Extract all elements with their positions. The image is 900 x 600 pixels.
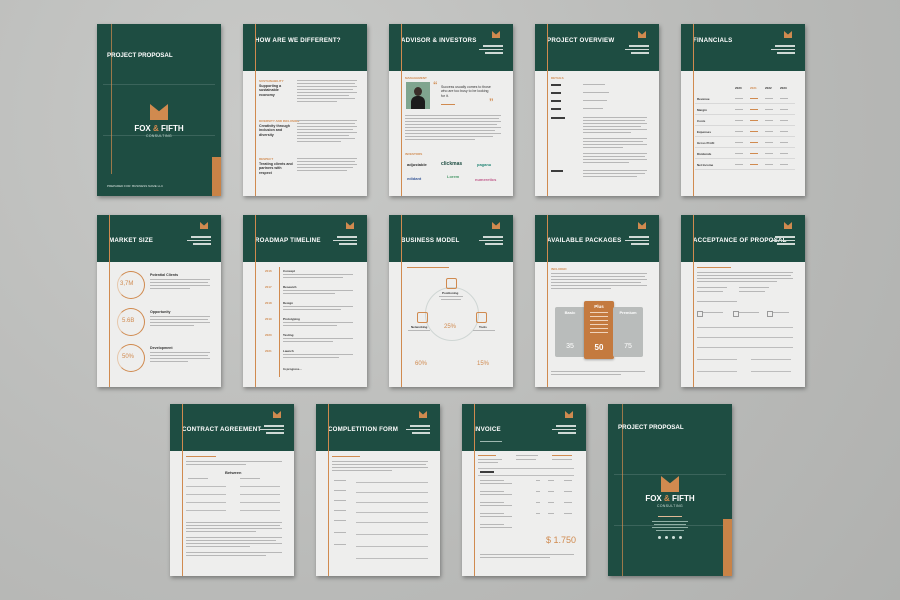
package-name: Basic — [564, 310, 576, 315]
investor-logo-adjustable: adjustable — [407, 162, 427, 167]
roadmap-step: Research — [283, 285, 297, 289]
roadmap-year: 2020 — [265, 333, 272, 337]
investor-logo-lorem: Lorem — [447, 174, 460, 179]
financials-col-2023: 2023 — [780, 86, 787, 90]
cover-accent-strip — [723, 519, 732, 576]
roadmap-year: 2018 — [265, 301, 272, 305]
page-title: PROJECT PROPOSAL — [618, 424, 684, 431]
networking-icon — [417, 312, 428, 323]
package-price: 75 — [624, 343, 632, 350]
package-name: Premium — [619, 310, 637, 315]
document-page-invoice[interactable]: INVOICE $ 1.750 — [462, 404, 586, 576]
brand-subtitle: CONSULTING — [146, 134, 172, 138]
roadmap-step: Prototyping — [283, 317, 300, 321]
brand-name: FOX & FIFTH — [134, 124, 184, 133]
package-basic[interactable]: Basic 35 — [555, 307, 585, 357]
financials-row-label: Dividends — [697, 152, 712, 156]
document-page-how-different[interactable]: HOW ARE WE DIFFERENT? SUSTAINABILITY Sup… — [243, 24, 367, 196]
roadmap-year: 2017 — [265, 285, 272, 289]
model-percent: 15% — [477, 361, 490, 367]
roadmap-step: Launch — [283, 349, 294, 353]
model-node-label: Positioning — [442, 291, 459, 295]
model-node-label: Tools — [479, 325, 487, 329]
cover-accent-strip — [212, 157, 221, 196]
contract-between-label: Between — [225, 470, 242, 475]
investor-logo-numeretics: numeretics — [475, 177, 497, 182]
package-premium[interactable]: Premium 75 — [613, 307, 643, 357]
market-stat-value: 50% — [122, 354, 135, 360]
roadmap-year: 2016 — [265, 269, 272, 273]
document-page-back-cover[interactable]: PROJECT PROPOSAL FOX & FIFTH CONSULTING — [608, 404, 732, 576]
difference-item-2: Creativity through inclusion and diversi… — [259, 124, 290, 137]
document-page-financials[interactable]: FINANCIALS 2020 2021 2022 2023 Revenue M… — [681, 24, 805, 196]
page-title: PROJECT OVERVIEW — [547, 37, 615, 44]
market-stat-value: 5.6B — [122, 318, 135, 324]
package-name: Plus — [594, 304, 604, 309]
financials-row-label: Margin — [697, 108, 707, 112]
package-price: 50 — [594, 343, 604, 352]
difference-item-3: Treating clients and partners with respe… — [259, 162, 293, 175]
model-node-label: Networking — [411, 325, 428, 329]
page-title: MARKET SIZE — [109, 237, 154, 244]
advisor-photo — [406, 82, 430, 109]
financials-col-2020: 2020 — [735, 86, 742, 90]
package-price: 35 — [566, 343, 574, 350]
page-title: ROADMAP TIMELINE — [255, 237, 321, 244]
page-title: FINANCIALS — [693, 37, 733, 44]
roadmap-year: 2019 — [265, 317, 272, 321]
financials-col-2022: 2022 — [765, 86, 772, 90]
package-plus[interactable]: Plus 50 — [584, 301, 614, 359]
financials-row-label: Net Income — [697, 163, 714, 167]
market-stat-label: Development — [150, 346, 173, 350]
social-icons — [658, 536, 682, 539]
roadmap-step: Design — [283, 301, 294, 305]
financials-row-label: Revenue — [697, 97, 710, 101]
investor-logo-edidant: edidant — [407, 176, 422, 181]
financials-row-label: Gross Profit — [697, 141, 715, 145]
document-page-advisors[interactable]: ADVISOR & INVESTORS MANAGEMENT “ ” Succe… — [389, 24, 513, 196]
market-stat-label: Potential Clients — [150, 273, 179, 277]
page-title: ADVISOR & INVESTORS — [401, 37, 477, 44]
page-title: CONTRACT AGREEMENT — [182, 426, 262, 433]
financials-col-2021: 2021 — [750, 86, 757, 90]
page-title: INVOICE — [474, 426, 501, 433]
document-page-market-size[interactable]: MARKET SIZE 3,7M Potential Clients 5.6B … — [97, 215, 221, 387]
roadmap-step: Concept — [283, 269, 295, 273]
document-page-contract[interactable]: CONTRACT AGREEMENT Between — [170, 404, 294, 576]
advisor-quote: Success usually comes to those who are t… — [441, 85, 491, 98]
roadmap-year: 2021 — [265, 349, 272, 353]
financials-row-label: Expenses — [697, 130, 712, 134]
document-page-roadmap[interactable]: ROADMAP TIMELINE 2016 Concept 2017 Resea… — [243, 215, 367, 387]
page-title: AVAILABLE PACKAGES — [547, 237, 622, 244]
difference-item-1: Supporting a sustainable economy — [259, 84, 282, 97]
brand-subtitle: CONSULTING — [657, 504, 683, 508]
page-title: HOW ARE WE DIFFERENT? — [255, 37, 341, 44]
document-page-project-overview[interactable]: PROJECT OVERVIEW DETAILS — [535, 24, 659, 196]
positioning-icon — [446, 278, 457, 289]
model-percent: 25% — [444, 324, 457, 330]
tools-icon — [476, 312, 487, 323]
document-page-acceptance[interactable]: ACCEPTANCE OF PROPOSAL — [681, 215, 805, 387]
investor-logo-clickmas: clickmas — [441, 161, 463, 167]
document-page-completion-form[interactable]: COMPLETITION FORM — [316, 404, 440, 576]
market-stat-label: Opportunity — [150, 310, 171, 314]
page-title: COMPLETITION FORM — [328, 426, 399, 433]
brand-name: FOX & FIFTH — [645, 494, 695, 503]
market-stat-value: 3,7M — [120, 281, 134, 287]
financials-row-label: Costs — [697, 119, 706, 123]
cover-footer: PREPARED FOR: BUSINESS NAME LLC — [107, 184, 164, 188]
roadmap-step: In progress... — [283, 367, 302, 371]
document-page-business-model[interactable]: BUSINESS MODEL Positioning Networking To… — [389, 215, 513, 387]
document-page-packages[interactable]: AVAILABLE PACKAGES INCLUDED Basic 35 Plu… — [535, 215, 659, 387]
roadmap-step: Testing — [283, 333, 294, 337]
page-title: PROJECT PROPOSAL — [107, 52, 173, 59]
document-page-cover[interactable]: PROJECT PROPOSAL FOX & FIFTH CONSULTING … — [97, 24, 221, 196]
page-title: BUSINESS MODEL — [401, 237, 460, 244]
investor-logo-paganu: paganu — [477, 162, 492, 167]
model-percent: 60% — [415, 361, 428, 367]
invoice-total: $ 1.750 — [546, 535, 577, 545]
